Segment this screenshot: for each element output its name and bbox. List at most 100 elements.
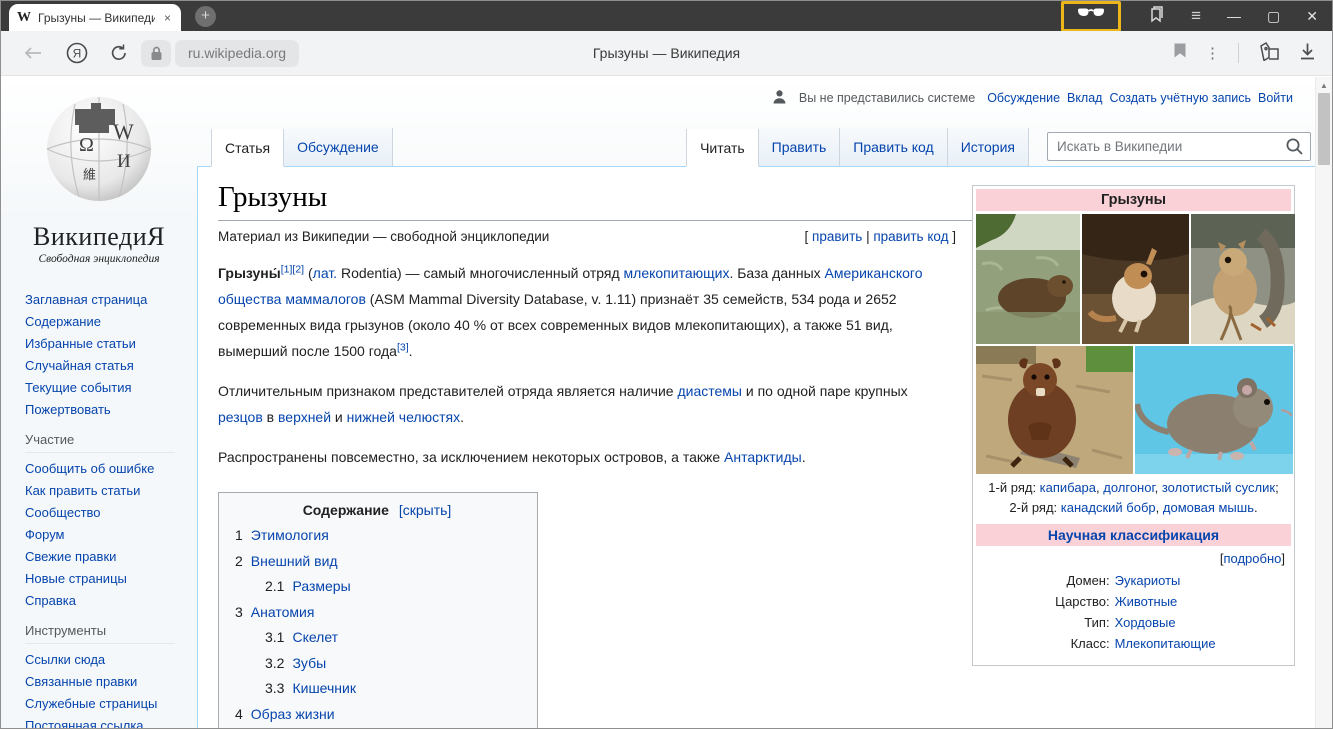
logo-tagline: Свободная энциклопедия	[1, 253, 197, 265]
personal-link[interactable]: Обсуждение	[987, 91, 1060, 105]
toc-link[interactable]: Внешний вид	[251, 553, 338, 569]
springhare-image[interactable]	[1082, 214, 1189, 344]
personal-link[interactable]: Войти	[1258, 91, 1293, 105]
incognito-glasses-icon[interactable]	[1076, 7, 1106, 26]
tab-Статья[interactable]: Статья	[211, 129, 284, 167]
wikipedia-logo[interactable]: Ω W И 維 ВикипедиЯ Свободная энциклопедия	[1, 77, 197, 265]
page-scrollbar[interactable]: ▲	[1315, 77, 1332, 728]
text-run: ]	[1281, 551, 1285, 566]
tab-Править[interactable]: Править	[759, 128, 841, 166]
reload-icon[interactable]	[109, 43, 129, 63]
golden-squirrel-image[interactable]	[1191, 214, 1295, 344]
sidebar-item[interactable]: Новые страницы	[25, 572, 197, 585]
browser-menu-icon[interactable]: ≡	[1191, 6, 1201, 26]
reference-link[interactable]: [2]	[292, 263, 304, 275]
tab-Читать[interactable]: Читать	[686, 129, 759, 167]
wiki-link[interactable]: править код	[873, 229, 948, 244]
taxo-rank-label: Тип:	[976, 612, 1115, 633]
reference-link[interactable]: [3]	[397, 341, 409, 353]
personal-link[interactable]: Вклад	[1067, 91, 1103, 105]
taxo-rank-value[interactable]: Млекопитающие	[1115, 633, 1216, 654]
wiki-link[interactable]: домовая мышь	[1163, 500, 1254, 515]
more-options-icon[interactable]: ⋮	[1205, 44, 1220, 62]
toc-link[interactable]: Этимология	[251, 527, 329, 543]
sidebar-item[interactable]: Ссылки сюда	[25, 653, 197, 666]
url-chip[interactable]: ru.wikipedia.org	[175, 40, 299, 67]
toc-link[interactable]: Зубы	[292, 655, 326, 671]
sidebar-item[interactable]: Справка	[25, 594, 197, 607]
capybara-image[interactable]	[976, 214, 1080, 344]
scrollbar-thumb[interactable]	[1318, 93, 1330, 165]
sidebar-item[interactable]: Сообщить об ошибке	[25, 462, 197, 475]
wiki-link[interactable]: резцов	[218, 409, 263, 425]
sidebar-section-header: Участие	[25, 432, 175, 453]
taxo-rank-value[interactable]: Животные	[1115, 591, 1178, 612]
personal-link[interactable]: Создать учётную запись	[1109, 91, 1251, 105]
toc-number: 2	[235, 553, 243, 569]
taxo-rank-value[interactable]: Хордовые	[1115, 612, 1176, 633]
sidebar-item[interactable]: Сообщество	[25, 506, 197, 519]
yandex-icon[interactable]: Я	[65, 41, 89, 65]
table-of-contents: Содержание [скрыть] 1Этимология2Внешний …	[218, 492, 538, 728]
sidebar-item[interactable]: Пожертвовать	[25, 403, 197, 416]
sidebar-item[interactable]: Служебные страницы	[25, 697, 197, 710]
minimize-button[interactable]: —	[1227, 1, 1241, 31]
classification-header-link[interactable]: Научная классификация	[1048, 527, 1219, 543]
wiki-link[interactable]: лат.	[313, 265, 337, 281]
incognito-highlight-box	[1061, 1, 1121, 32]
text-run: . База данных	[729, 265, 824, 281]
sidebar-item[interactable]: Избранные статьи	[25, 337, 197, 350]
wiki-link[interactable]: канадский бобр	[1061, 500, 1156, 515]
collections-icon[interactable]	[1257, 41, 1281, 66]
toc-link[interactable]: Размеры	[292, 578, 350, 594]
bookmarks-panel-icon[interactable]	[1147, 5, 1165, 28]
new-tab-button[interactable]: +	[195, 6, 216, 27]
site-security-chip[interactable]	[141, 40, 171, 67]
taxo-rank-value[interactable]: Эукариоты	[1115, 570, 1181, 591]
wiki-link[interactable]: верхней	[278, 409, 331, 425]
wiki-link[interactable]: млекопитающих	[624, 265, 730, 281]
scrollbar-up-arrow[interactable]: ▲	[1316, 77, 1332, 90]
sidebar-item[interactable]: Заглавная страница	[25, 293, 197, 306]
tab-Править код[interactable]: Править код	[840, 128, 947, 166]
toc-hide-toggle[interactable]: [скрыть]	[399, 502, 451, 518]
tab-История[interactable]: История	[948, 128, 1029, 166]
reference-link[interactable]: [1]	[281, 263, 293, 275]
browser-tab[interactable]: W Грызуны — Википедия ×	[9, 4, 181, 31]
maximize-button[interactable]: ▢	[1267, 1, 1280, 31]
wiki-link[interactable]: капибара	[1040, 480, 1096, 495]
wiki-link[interactable]: подробно	[1223, 551, 1281, 566]
toc-number: 3	[235, 604, 243, 620]
toc-link[interactable]: Скелет	[292, 629, 338, 645]
wiki-link[interactable]: править	[812, 229, 862, 244]
wiki-link[interactable]: золотистый суслик	[1162, 480, 1275, 495]
beaver-image[interactable]	[976, 346, 1133, 474]
sidebar-item[interactable]: Текущие события	[25, 381, 197, 394]
wiki-link[interactable]: нижней челюстях	[347, 409, 460, 425]
sidebar-item[interactable]: Постоянная ссылка	[25, 719, 197, 728]
toc-link[interactable]: Образ жизни	[251, 706, 335, 722]
back-icon[interactable]	[23, 45, 43, 61]
search-icon[interactable]	[1285, 137, 1304, 161]
text-run: .	[460, 409, 464, 425]
close-button[interactable]: ✕	[1306, 1, 1318, 31]
caption-row-2: 2-й ряд: канадский бобр, домовая мышь.	[980, 498, 1287, 518]
wiki-link[interactable]: диастемы	[677, 383, 742, 399]
tab-close-icon[interactable]: ×	[162, 11, 173, 25]
sidebar-item[interactable]: Форум	[25, 528, 197, 541]
toc-link[interactable]: Анатомия	[251, 604, 315, 620]
sidebar-item[interactable]: Как править статьи	[25, 484, 197, 497]
wiki-link[interactable]: долгоног	[1103, 480, 1154, 495]
downloads-icon[interactable]	[1299, 42, 1316, 65]
text-run: 1-й ряд:	[988, 480, 1039, 495]
sidebar-item[interactable]: Свежие правки	[25, 550, 197, 563]
house-mouse-image[interactable]	[1135, 346, 1293, 474]
search-input[interactable]	[1047, 132, 1311, 161]
wiki-link[interactable]: Антарктиды	[724, 449, 802, 465]
sidebar-item[interactable]: Случайная статья	[25, 359, 197, 372]
sidebar-item[interactable]: Содержание	[25, 315, 197, 328]
sidebar-item[interactable]: Связанные правки	[25, 675, 197, 688]
tab-Обсуждение[interactable]: Обсуждение	[284, 128, 393, 166]
bookmark-icon[interactable]	[1173, 42, 1187, 64]
toc-link[interactable]: Кишечник	[292, 680, 356, 696]
